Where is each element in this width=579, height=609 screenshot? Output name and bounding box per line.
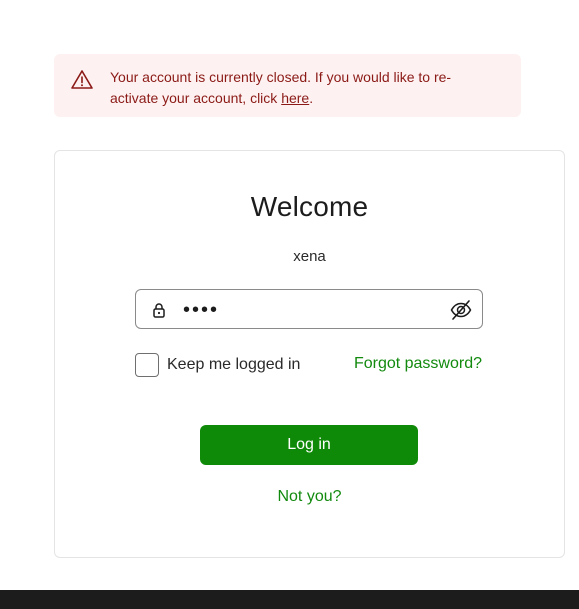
lock-icon [153,303,165,318]
not-you-link[interactable]: Not you? [55,488,564,506]
warning-triangle-icon [71,70,93,89]
eye-slash-icon[interactable] [450,299,472,321]
alert-message: Your account is currently closed. If you… [110,67,485,109]
footer-bar [0,590,579,609]
remember-me-label[interactable]: Keep me logged in [167,356,300,374]
username-display: xena [293,248,326,265]
login-button[interactable]: Log in [200,425,418,465]
login-card: Welcome xena Keep me logged in Forgot pa… [54,150,565,558]
reactivate-link[interactable]: here [281,90,309,106]
password-input[interactable] [183,297,433,323]
password-field[interactable] [135,289,483,329]
forgot-password-link[interactable]: Forgot password? [354,355,482,373]
remember-me-checkbox[interactable] [135,353,159,377]
page-title: Welcome [250,191,369,222]
alert-message-suffix: . [309,90,314,106]
login-page: Your account is currently closed. If you… [0,0,579,609]
remember-me: Keep me logged in [135,353,300,377]
account-closed-alert: Your account is currently closed. If you… [54,54,521,117]
